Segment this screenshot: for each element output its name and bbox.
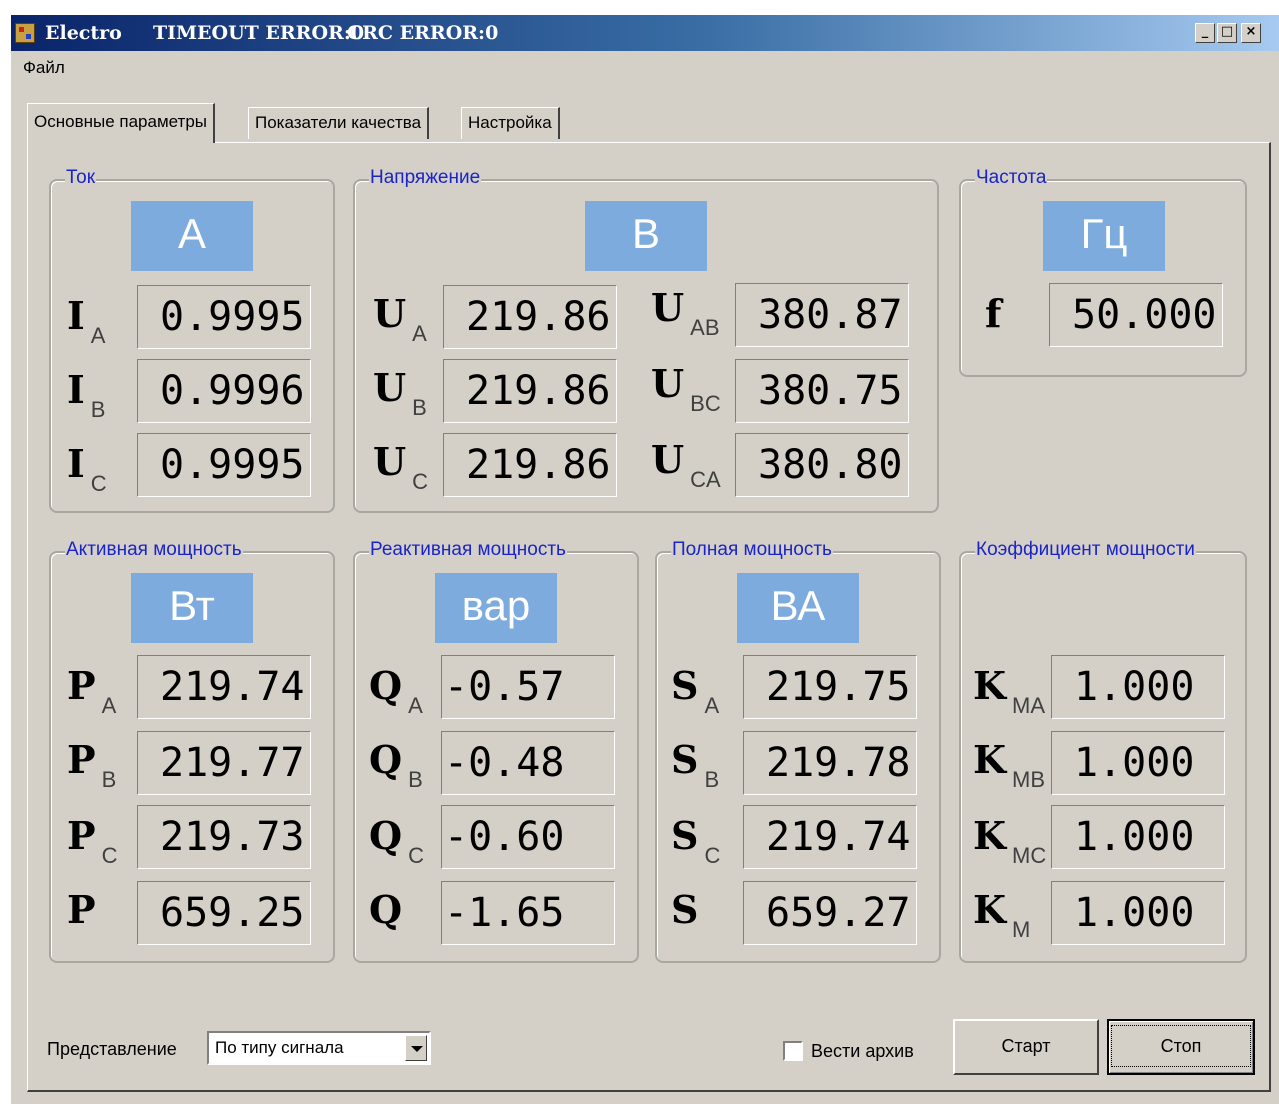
value-field-kma: 1.000	[1051, 655, 1225, 719]
title-bar[interactable]: Electro TIMEOUT ERROR:0 CRC ERROR:0 _ □ …	[11, 15, 1279, 51]
group-title: Напряжение	[369, 167, 482, 189]
close-button[interactable]: ×	[1241, 23, 1261, 43]
symbol-pc: PC	[67, 813, 118, 868]
symbol-p-total: P	[67, 887, 96, 932]
value-field-ua: 219.86	[443, 285, 617, 349]
unit-badge: Гц	[1043, 201, 1165, 271]
power-factor-group: Коэффициент мощности K MA 1.000 K MB 1.000…	[959, 539, 1247, 963]
voltage-group: Напряжение В UA 219.86 UB 219.86 UC 219.…	[353, 167, 939, 513]
archive-checkbox[interactable]	[783, 1041, 803, 1061]
value-field-km: 1.000	[1051, 881, 1225, 945]
symbol-qb: QB	[369, 737, 423, 792]
symbol-kma: K MA	[973, 663, 1046, 718]
unit-badge: ВА	[737, 573, 859, 643]
group-title: Частота	[975, 167, 1048, 189]
value-field-p-total: 659.25	[137, 881, 311, 945]
view-label: Представление	[47, 1039, 177, 1059]
value-field-ib: 0.9996	[137, 359, 311, 423]
symbol-ic: IC	[67, 441, 107, 496]
menu-bar: Файл	[11, 55, 1279, 79]
app-window: Electro TIMEOUT ERROR:0 CRC ERROR:0 _ □ …	[10, 14, 1279, 1104]
start-button[interactable]: Старт	[953, 1019, 1099, 1075]
app-icon[interactable]	[15, 23, 35, 43]
chevron-down-icon[interactable]	[405, 1035, 427, 1061]
unit-badge: вар	[435, 573, 557, 643]
symbol-pb: PB	[67, 737, 117, 792]
value-field-uab: 380.87	[735, 283, 909, 347]
value-field-qc: -0.60	[441, 805, 615, 869]
unit-badge: А	[131, 201, 253, 271]
value-field-uca: 380.80	[735, 433, 909, 497]
value-field-sc: 219.74	[743, 805, 917, 869]
value-field-ub: 219.86	[443, 359, 617, 423]
group-title: Ток	[65, 167, 97, 189]
group-title: Полная мощность	[671, 539, 833, 561]
frequency-group: Частота Гц f 50.000	[959, 167, 1247, 377]
symbol-qa: QA	[369, 663, 423, 718]
active-power-group: Активная мощность Вт PA 219.74 PB 219.77…	[49, 539, 335, 963]
menu-file[interactable]: Файл	[23, 58, 65, 78]
tab-quality-indicators[interactable]: Показатели качества	[248, 107, 430, 139]
symbol-qc: QC	[369, 813, 424, 868]
group-title: Коэффициент мощности	[975, 539, 1196, 561]
symbol-kmc: K MC	[973, 813, 1047, 868]
group-title: Активная мощность	[65, 539, 243, 561]
reactive-power-group: Реактивная мощность вар QA -0.57 QB -0.4…	[353, 539, 639, 963]
timeout-error-status: TIMEOUT ERROR:0	[153, 22, 365, 44]
value-field-q-total: -1.65	[441, 881, 615, 945]
symbol-ub: UB	[373, 365, 427, 420]
apparent-power-group: Полная мощность ВА SA 219.75 SB 219.78 S…	[655, 539, 941, 963]
archive-label[interactable]: Вести архив	[811, 1041, 914, 1062]
symbol-uab: U AB	[651, 285, 720, 340]
value-field-qb: -0.48	[441, 731, 615, 795]
value-field-pa: 219.74	[137, 655, 311, 719]
symbol-q-total: Q	[369, 887, 403, 932]
symbol-ubc: U BC	[651, 361, 721, 416]
group-title: Реактивная мощность	[369, 539, 567, 561]
minimize-button[interactable]: _	[1195, 23, 1215, 43]
symbol-f: f	[985, 291, 1002, 336]
value-field-f: 50.000	[1049, 283, 1223, 347]
symbol-pa: PA	[67, 663, 117, 718]
value-field-ubc: 380.75	[735, 359, 909, 423]
app-title: Electro	[45, 22, 122, 44]
symbol-uca: U CA	[651, 437, 721, 492]
view-select[interactable]: По типу сигнала	[207, 1031, 431, 1065]
symbol-kmb: K MB	[973, 737, 1046, 792]
tab-settings[interactable]: Настройка	[461, 107, 560, 139]
value-field-pc: 219.73	[137, 805, 311, 869]
value-field-s-total: 659.27	[743, 881, 917, 945]
value-field-ia: 0.9995	[137, 285, 311, 349]
symbol-s-total: S	[671, 887, 699, 932]
unit-badge: В	[585, 201, 707, 271]
value-field-pb: 219.77	[137, 731, 311, 795]
value-field-sa: 219.75	[743, 655, 917, 719]
value-field-qa: -0.57	[441, 655, 615, 719]
value-field-uc: 219.86	[443, 433, 617, 497]
tab-main-parameters[interactable]: Основные параметры	[27, 103, 215, 143]
symbol-sc: SC	[671, 813, 721, 868]
value-field-kmc: 1.000	[1051, 805, 1225, 869]
current-group: Ток А IA 0.9995 IB 0.9996 IC 0.9995	[49, 167, 335, 513]
symbol-sb: SB	[671, 737, 720, 792]
stop-button-label: Стоп	[1111, 1025, 1251, 1067]
view-select-value: По типу сигнала	[215, 1038, 344, 1057]
symbol-uc: UC	[373, 439, 429, 494]
stop-button[interactable]: Стоп	[1107, 1019, 1255, 1075]
unit-badge: Вт	[131, 573, 253, 643]
value-field-kmb: 1.000	[1051, 731, 1225, 795]
value-field-ic: 0.9995	[137, 433, 311, 497]
symbol-ib: IB	[67, 367, 106, 422]
value-field-sb: 219.78	[743, 731, 917, 795]
symbol-sa: SA	[671, 663, 720, 718]
maximize-button[interactable]: □	[1217, 23, 1237, 43]
symbol-ia: IA	[67, 293, 106, 348]
crc-error-status: CRC ERROR:0	[347, 22, 499, 44]
symbol-ua: UA	[373, 291, 427, 346]
symbol-km: KM	[973, 887, 1031, 942]
